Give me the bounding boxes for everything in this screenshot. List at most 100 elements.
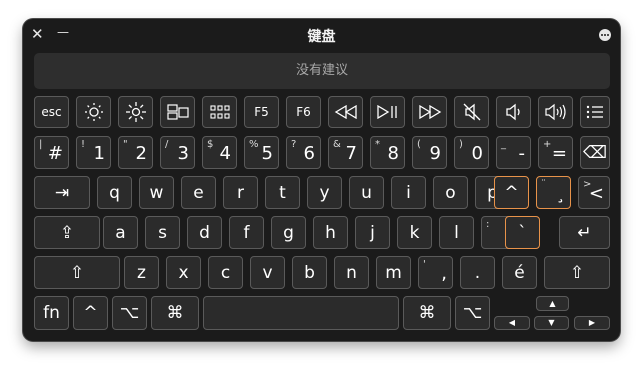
key-4[interactable]: $4 xyxy=(202,136,237,169)
more-options-icon[interactable] xyxy=(599,29,611,41)
key-w[interactable]: w xyxy=(139,176,174,209)
key-o[interactable]: o xyxy=(433,176,468,209)
arrow-down-key[interactable]: ▼ xyxy=(534,316,569,330)
key-comma[interactable]: ', xyxy=(418,256,453,289)
key-2[interactable]: " 2 xyxy=(118,136,153,169)
key-j[interactable]: j xyxy=(355,216,390,249)
fast-forward-icon xyxy=(418,105,441,119)
key-e[interactable]: e xyxy=(181,176,216,209)
launchpad-key[interactable] xyxy=(202,96,237,128)
key-label: c xyxy=(220,262,231,283)
volume-up-key[interactable] xyxy=(538,96,573,128)
fast-forward-key[interactable] xyxy=(412,96,447,128)
rewind-key[interactable] xyxy=(328,96,363,128)
key-less-than[interactable]: > < xyxy=(578,176,610,209)
key-secondary: ( xyxy=(417,139,421,150)
key-grave[interactable]: ` xyxy=(505,216,540,249)
key-primary: ¸ xyxy=(556,183,565,204)
caps-lock-key[interactable]: ⇪ xyxy=(34,216,100,249)
key-period[interactable]: . xyxy=(460,256,495,289)
right-option-key[interactable]: ⌥ xyxy=(455,296,490,330)
key-label: g xyxy=(283,222,294,243)
return-key[interactable]: ↵ xyxy=(559,216,610,249)
key-v[interactable]: v xyxy=(250,256,285,289)
key-6[interactable]: ? 6 xyxy=(286,136,321,169)
left-shift-key[interactable]: ⇧ xyxy=(34,256,120,289)
f5-key-label: F5 xyxy=(254,105,269,119)
key-z[interactable]: z xyxy=(124,256,159,289)
key-label: n xyxy=(346,262,357,283)
f5-key[interactable]: F5 xyxy=(244,96,279,128)
list-icon xyxy=(586,105,603,119)
key-label: f xyxy=(243,222,250,243)
key-f[interactable]: f xyxy=(229,216,264,249)
arrow-left-key[interactable]: ◀ xyxy=(494,316,530,330)
key-t[interactable]: t xyxy=(265,176,300,209)
key-n[interactable]: n xyxy=(334,256,369,289)
brightness-up-key[interactable] xyxy=(118,96,153,128)
key-y[interactable]: y xyxy=(307,176,342,209)
key-hash[interactable]: | # xyxy=(34,136,69,169)
mission-control-key[interactable] xyxy=(160,96,195,128)
arrow-up-key[interactable]: ▲ xyxy=(536,296,569,311)
caps-lock-icon: ⇪ xyxy=(59,222,75,243)
key-l[interactable]: l xyxy=(439,216,474,249)
delete-key[interactable]: ⌫ xyxy=(580,136,610,169)
key-d[interactable]: d xyxy=(187,216,222,249)
key-label: l xyxy=(454,222,459,243)
tab-key[interactable]: ⇥ xyxy=(34,176,90,209)
brightness-down-key[interactable] xyxy=(76,96,111,128)
f6-key[interactable]: F6 xyxy=(286,96,321,128)
esc-key[interactable]: esc xyxy=(34,96,69,128)
key-q[interactable]: q xyxy=(97,176,132,209)
brightness-up-icon xyxy=(125,102,146,122)
keyboard-viewer-window: ✕ — 键盘 没有建议 esc F5 F6 | # ! 1 " 2 /3 $ 4… xyxy=(23,19,620,341)
key-5[interactable]: % 5 xyxy=(244,136,279,169)
key-label: ` xyxy=(518,222,527,243)
list-key[interactable] xyxy=(580,96,610,128)
window-title: 键盘 xyxy=(307,29,336,45)
volume-down-key[interactable] xyxy=(496,96,531,128)
key-1[interactable]: ! 1 xyxy=(76,136,111,169)
key-u[interactable]: u xyxy=(349,176,384,209)
key-8[interactable]: * 8 xyxy=(370,136,405,169)
key-secondary: : xyxy=(486,219,490,230)
key-equals[interactable]: + = xyxy=(538,136,573,169)
key-circumflex[interactable]: ^ xyxy=(494,176,529,209)
arrow-right-key[interactable]: ▶ xyxy=(574,316,610,330)
left-option-key[interactable]: ⌥ xyxy=(112,296,147,330)
key-k[interactable]: k xyxy=(397,216,432,249)
key-r[interactable]: r xyxy=(223,176,258,209)
mute-key[interactable] xyxy=(454,96,489,128)
key-m[interactable]: m xyxy=(376,256,411,289)
key-c[interactable]: c xyxy=(208,256,243,289)
key-a[interactable]: a xyxy=(103,216,138,249)
key-primary: < xyxy=(588,183,604,204)
left-command-key[interactable]: ⌘ xyxy=(151,296,199,330)
key-3[interactable]: /3 xyxy=(160,136,195,169)
key-9[interactable]: (9 xyxy=(412,136,447,169)
key-0[interactable]: ) 0 xyxy=(454,136,489,169)
control-key[interactable]: ^ xyxy=(73,296,108,330)
key-cedilla[interactable]: ¨ ¸ xyxy=(536,176,571,209)
key-7[interactable]: & 7 xyxy=(328,136,363,169)
right-command-key[interactable]: ⌘ xyxy=(403,296,451,330)
play-pause-icon xyxy=(376,105,397,119)
play-pause-key[interactable] xyxy=(370,96,405,128)
key-g[interactable]: g xyxy=(271,216,306,249)
key-i[interactable]: i xyxy=(391,176,426,209)
key-x[interactable]: x xyxy=(166,256,201,289)
brightness-down-icon xyxy=(84,103,103,121)
key-primary: - xyxy=(518,143,526,164)
fn-key[interactable]: fn xyxy=(34,296,69,330)
key-s[interactable]: s xyxy=(145,216,180,249)
right-shift-key[interactable]: ⇧ xyxy=(544,256,610,289)
key-secondary: ? xyxy=(291,139,297,150)
key-minus[interactable]: _ - xyxy=(496,136,531,169)
key-secondary: ) xyxy=(459,139,463,150)
key-primary: 9 xyxy=(429,143,441,164)
key-e-acute[interactable]: é xyxy=(502,256,537,289)
space-bar[interactable] xyxy=(203,296,399,330)
key-b[interactable]: b xyxy=(292,256,327,289)
key-h[interactable]: h xyxy=(313,216,348,249)
